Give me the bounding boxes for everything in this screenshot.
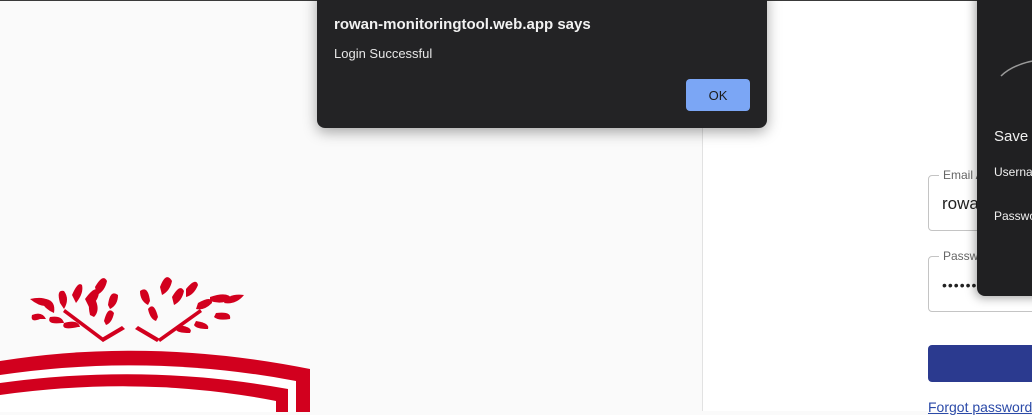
alert-message: Login Successful [334,46,433,61]
password-field-value: •••••• [942,277,978,293]
right-laurel-sprig-icon [135,277,244,342]
email-field-value: rowa [942,194,979,213]
save-password-popup: Save Userna Passwo [977,0,1032,296]
alert-ok-button[interactable]: OK [686,79,750,111]
password-field-label: Passw [939,249,983,263]
key-icon [1000,60,1032,77]
alert-title: rowan-monitoringtool.web.app says [334,16,591,33]
forgot-password-link[interactable]: Forgot password [928,399,1032,415]
save-password-username-label: Userna [994,165,1032,179]
save-password-title: Save [994,128,1029,145]
university-crest-logo [0,277,310,412]
alert-dialog: rowan-monitoringtool.web.app says Login … [317,0,767,128]
save-password-password-label: Passwo [994,209,1032,223]
left-laurel-sprig-icon [30,278,125,342]
login-button[interactable] [928,345,1032,382]
